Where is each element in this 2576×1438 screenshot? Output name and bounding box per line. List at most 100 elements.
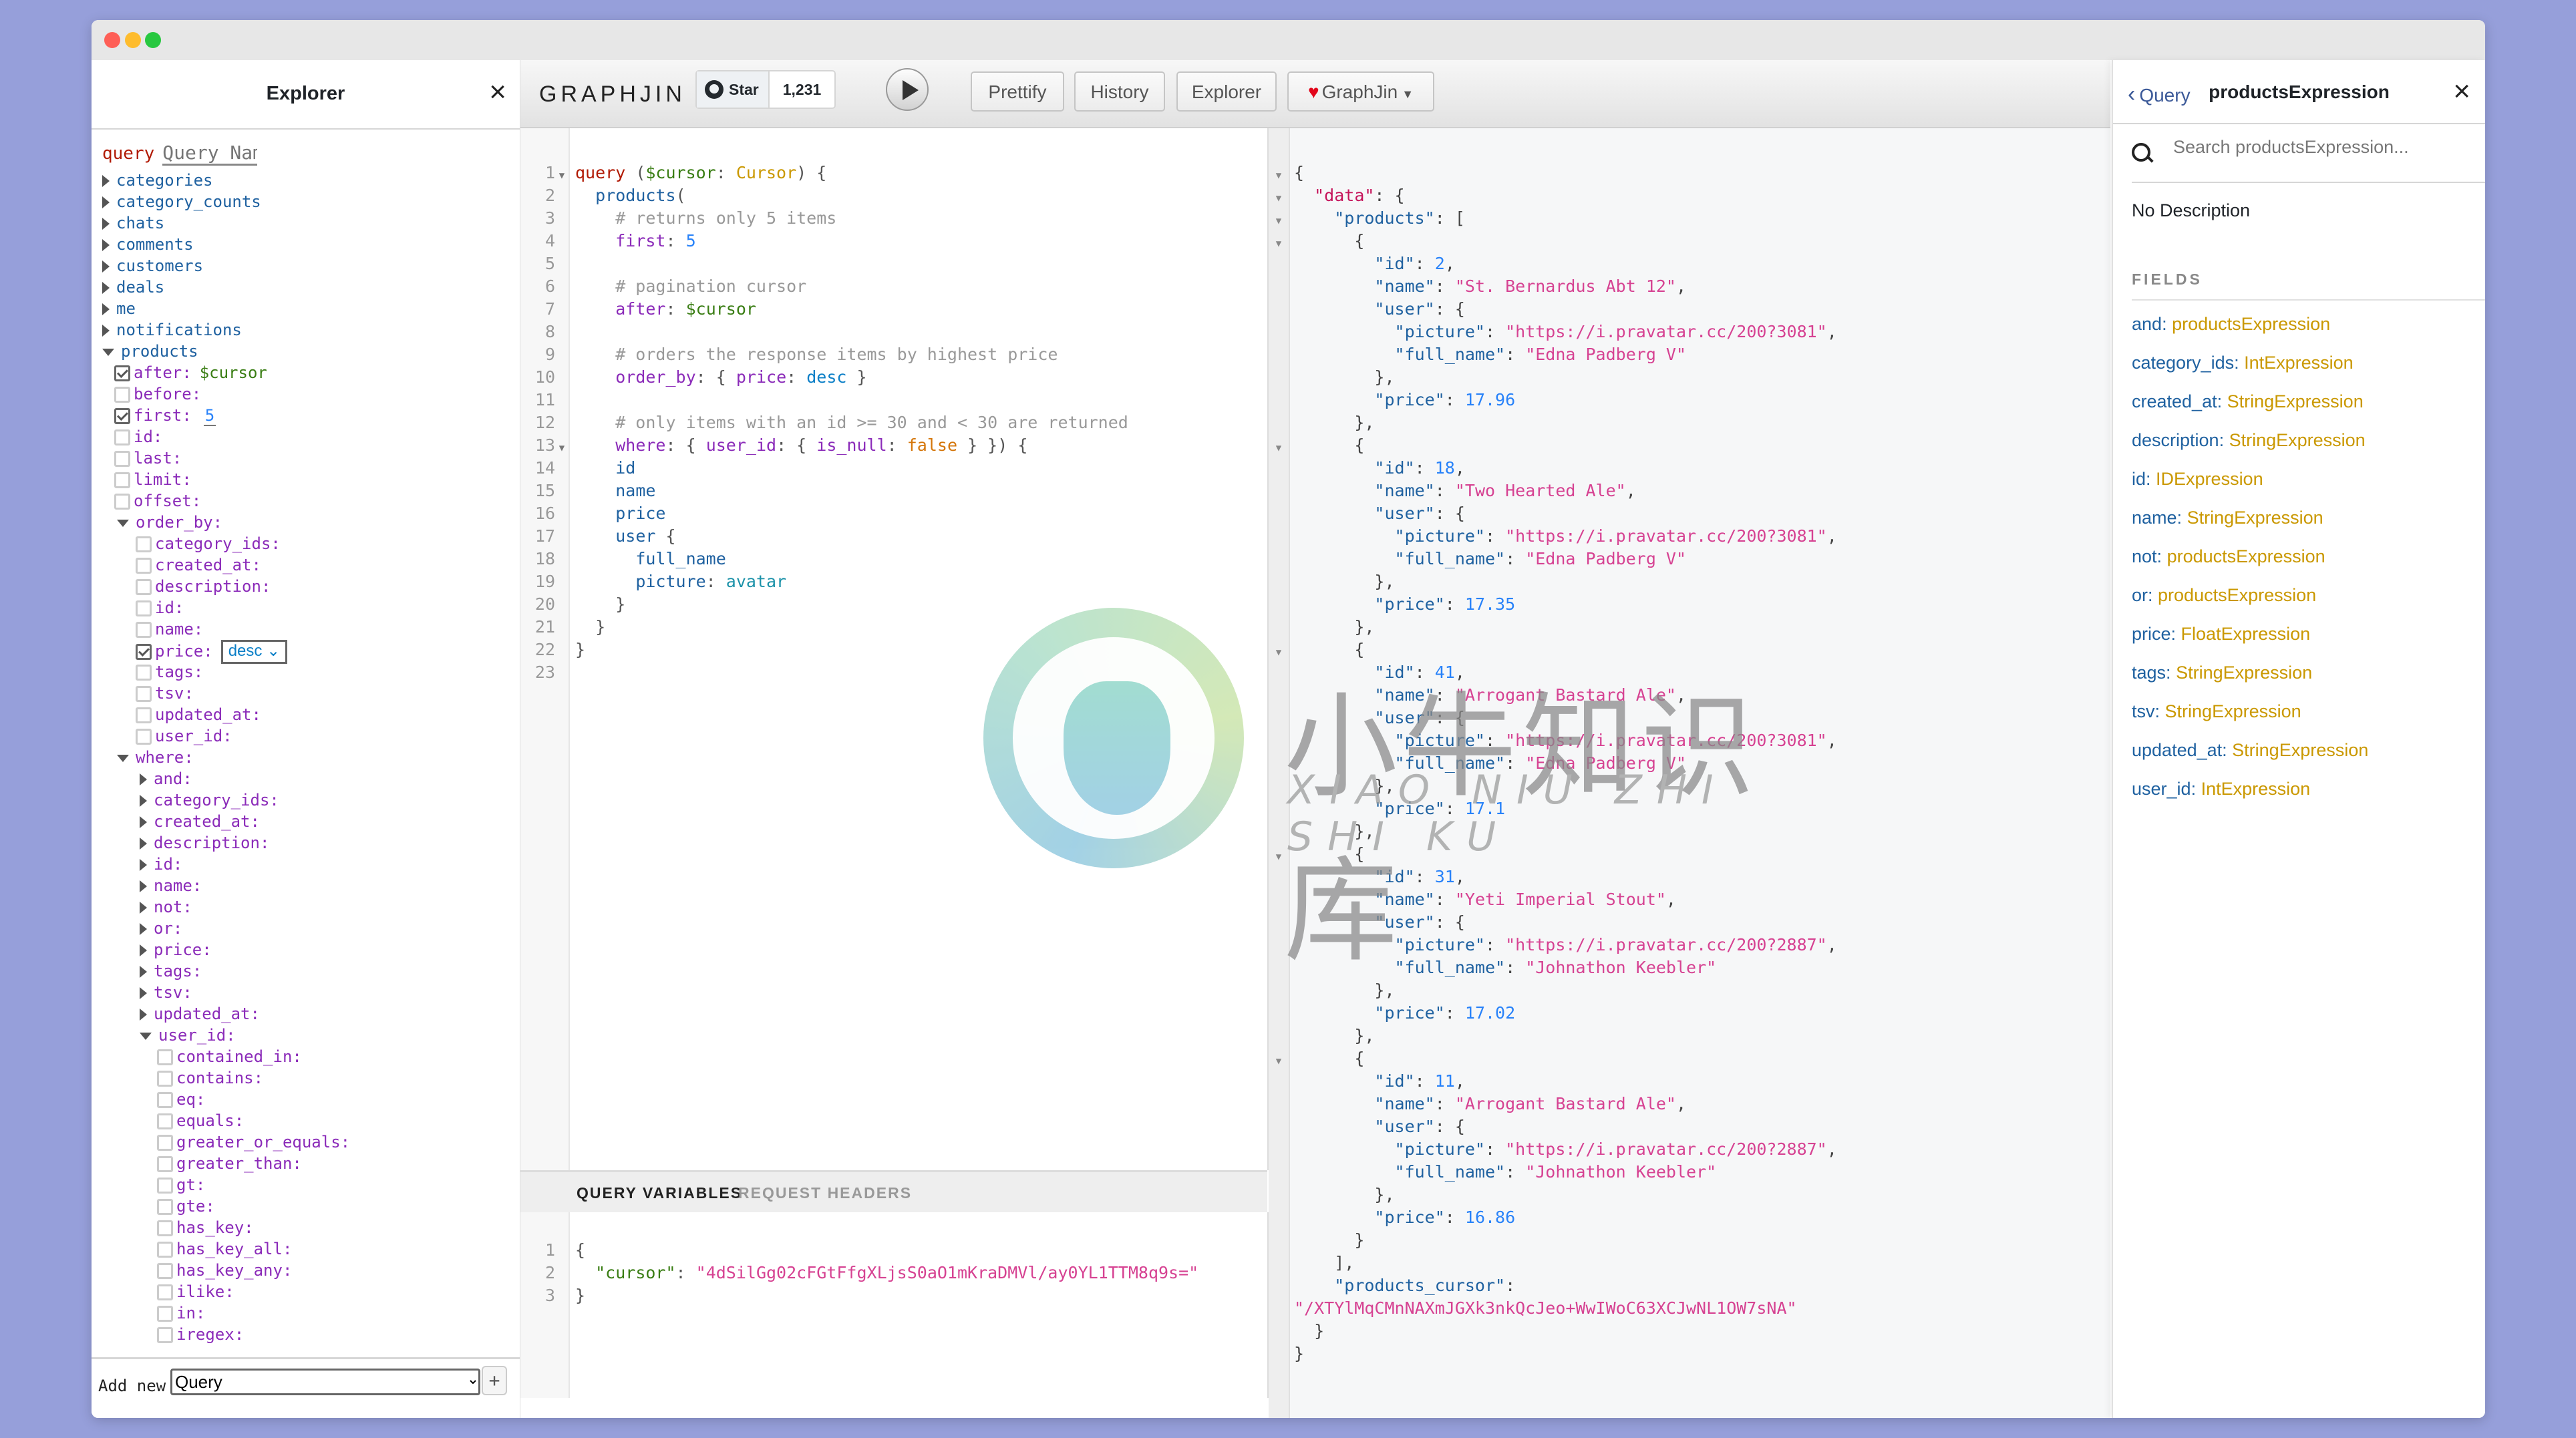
docs-field-name[interactable]: created_at — [2132, 391, 2217, 411]
arg-item[interactable]: id: — [92, 597, 520, 618]
checkbox[interactable] — [136, 536, 152, 552]
caret-right-icon[interactable] — [102, 260, 110, 273]
docs-field-item[interactable]: id: IDExpression — [2132, 460, 2485, 498]
where-item[interactable]: price: — [92, 939, 520, 960]
docs-field-type[interactable]: StringExpression — [2176, 663, 2312, 683]
checkbox[interactable] — [157, 1049, 173, 1065]
docs-field-name[interactable]: name — [2132, 508, 2177, 528]
tree-item-me[interactable]: me — [92, 298, 520, 319]
fold-arrow-icon[interactable]: ▼ — [1269, 210, 1289, 232]
add-operation-button[interactable]: + — [482, 1366, 507, 1395]
arg-item[interactable]: contains: — [92, 1067, 520, 1089]
tab-request-headers[interactable]: REQUEST HEADERS — [738, 1184, 912, 1202]
docs-field-type[interactable]: productsExpression — [2172, 314, 2330, 334]
tree-item-categories[interactable]: categories — [92, 170, 520, 191]
arg-item[interactable]: name: — [92, 618, 520, 640]
docs-field-type[interactable]: productsExpression — [2167, 546, 2325, 566]
operation-type-select[interactable]: Query — [170, 1369, 480, 1395]
tree-item-chats[interactable]: chats — [92, 212, 520, 234]
query-name-input[interactable] — [162, 142, 258, 166]
docs-field-item[interactable]: description: StringExpression — [2132, 421, 2485, 460]
arg-item[interactable]: gt: — [92, 1174, 520, 1196]
arg-variable-value[interactable]: $cursor — [200, 363, 267, 382]
docs-field-item[interactable]: user_id: IntExpression — [2132, 769, 2485, 808]
arg-item[interactable]: last: — [92, 447, 520, 469]
checkbox[interactable] — [157, 1284, 173, 1300]
fold-arrow-icon[interactable]: ▼ — [1269, 1050, 1289, 1073]
caret-down-icon[interactable] — [117, 754, 129, 762]
docs-field-item[interactable]: tags: StringExpression — [2132, 653, 2485, 692]
checkbox[interactable] — [157, 1327, 173, 1343]
arg-item[interactable]: tags: — [92, 661, 520, 683]
fold-arrow-icon[interactable]: ▼ — [1269, 164, 1289, 187]
arg-item[interactable]: has_key_all: — [92, 1238, 520, 1260]
checkbox[interactable] — [136, 600, 152, 616]
arg-item[interactable]: price: desc ⌄ — [92, 640, 520, 664]
docs-search-input[interactable] — [2172, 136, 2485, 158]
arg-item[interactable]: created_at: — [92, 554, 520, 576]
caret-right-icon[interactable] — [140, 902, 147, 914]
tree-item-where[interactable]: where: — [92, 747, 520, 768]
caret-right-icon[interactable] — [140, 987, 147, 999]
caret-right-icon[interactable] — [102, 282, 110, 294]
checkbox[interactable] — [157, 1242, 173, 1258]
tree-item-category_counts[interactable]: category_counts — [92, 191, 520, 212]
enum-select[interactable]: desc ⌄ — [220, 640, 288, 664]
docs-field-name[interactable]: user_id — [2132, 779, 2191, 799]
arg-item[interactable]: contained_in: — [92, 1046, 520, 1067]
checkbox[interactable] — [114, 408, 130, 424]
fold-arrow-icon[interactable]: ▼ — [555, 164, 569, 187]
docs-field-name[interactable]: description — [2132, 430, 2219, 450]
docs-field-name[interactable]: or — [2132, 585, 2148, 605]
docs-field-item[interactable]: and: productsExpression — [2132, 305, 2485, 343]
where-item[interactable]: tsv: — [92, 982, 520, 1003]
arg-item[interactable]: user_id: — [92, 725, 520, 747]
checkbox[interactable] — [114, 472, 130, 488]
tree-item-order-by[interactable]: order_by: — [92, 512, 520, 533]
checkbox[interactable] — [114, 494, 130, 510]
arg-item[interactable]: has_key: — [92, 1217, 520, 1238]
caret-right-icon[interactable] — [140, 859, 147, 871]
docs-field-type[interactable]: StringExpression — [2187, 508, 2323, 528]
docs-field-name[interactable]: tsv — [2132, 701, 2155, 721]
caret-right-icon[interactable] — [140, 773, 147, 785]
checkbox[interactable] — [157, 1135, 173, 1151]
caret-right-icon[interactable] — [140, 1009, 147, 1021]
arg-item[interactable]: first: 5 — [92, 405, 520, 426]
arg-item[interactable]: iregex: — [92, 1324, 520, 1345]
docs-field-type[interactable]: StringExpression — [2229, 430, 2366, 450]
checkbox[interactable] — [114, 429, 130, 445]
zoom-window-button[interactable] — [145, 32, 161, 48]
caret-right-icon[interactable] — [140, 838, 147, 850]
arg-number-input[interactable]: 5 — [203, 406, 216, 426]
docs-field-type[interactable]: StringExpression — [2232, 740, 2368, 760]
fold-arrow-icon[interactable]: ▼ — [1269, 641, 1289, 664]
arg-item[interactable]: equals: — [92, 1110, 520, 1131]
arg-item[interactable]: limit: — [92, 469, 520, 490]
caret-down-icon[interactable] — [102, 348, 114, 356]
checkbox[interactable] — [157, 1199, 173, 1215]
arg-item[interactable]: id: — [92, 426, 520, 447]
github-star-button[interactable]: Star 1,231 — [695, 70, 836, 109]
docs-field-name[interactable]: and — [2132, 314, 2162, 334]
tree-item-notifications[interactable]: notifications — [92, 319, 520, 341]
caret-right-icon[interactable] — [140, 944, 147, 956]
where-item[interactable]: or: — [92, 918, 520, 939]
prettify-button[interactable]: Prettify — [971, 71, 1064, 112]
where-item[interactable]: updated_at: — [92, 1003, 520, 1025]
caret-right-icon[interactable] — [102, 175, 110, 187]
docs-field-name[interactable]: not — [2132, 546, 2157, 566]
arg-item[interactable]: ilike: — [92, 1281, 520, 1302]
caret-right-icon[interactable] — [140, 966, 147, 978]
caret-right-icon[interactable] — [102, 239, 110, 251]
github-star[interactable]: Star — [697, 71, 770, 108]
docs-field-type[interactable]: IDExpression — [2156, 469, 2263, 489]
caret-right-icon[interactable] — [102, 196, 110, 208]
caret-right-icon[interactable] — [102, 218, 110, 230]
docs-field-item[interactable]: category_ids: IntExpression — [2132, 343, 2485, 382]
where-item[interactable]: id: — [92, 854, 520, 875]
where-item[interactable]: and: — [92, 768, 520, 789]
tree-item-customers[interactable]: customers — [92, 255, 520, 277]
docs-field-type[interactable]: StringExpression — [2227, 391, 2364, 411]
execute-query-button[interactable] — [886, 68, 929, 111]
